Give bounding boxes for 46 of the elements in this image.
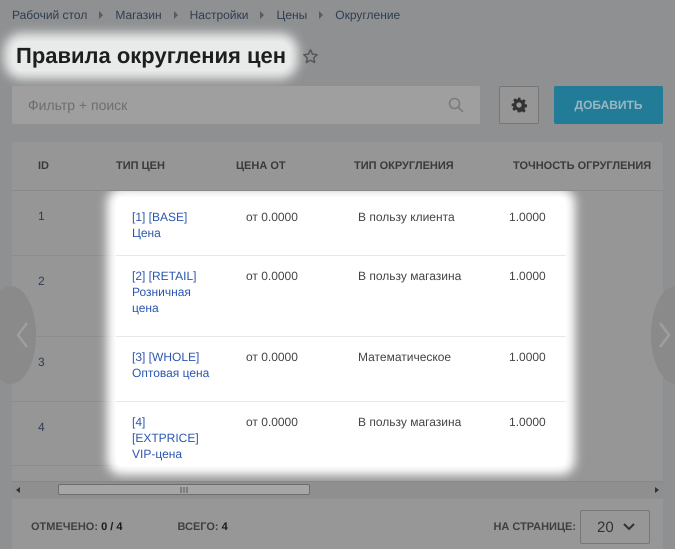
column-header[interactable]: ТИП ОКРУГЛЕНИЯ xyxy=(354,160,513,172)
settings-button[interactable] xyxy=(499,86,539,124)
column-header[interactable]: ТИП ЦЕН xyxy=(116,160,236,172)
per-page-select[interactable]: 20 xyxy=(580,510,650,544)
column-header[interactable]: ID xyxy=(12,160,116,172)
caret-icon xyxy=(623,523,635,531)
price-type-link[interactable]: [4] [EXTPRICE] VIP-цена xyxy=(132,414,246,462)
table-cell: 1.0000 xyxy=(509,210,546,224)
selected-count: ОТМЕЧЕНО: 0 / 4 xyxy=(31,521,122,533)
chevron-icon xyxy=(174,11,178,19)
table-cell: 1.0000 xyxy=(509,269,546,283)
table-cell: от 0.0000 xyxy=(246,269,298,283)
table-cell: 2 xyxy=(38,274,45,288)
star-icon[interactable] xyxy=(302,48,320,64)
table-cell: Математическое xyxy=(358,350,452,364)
per-page-label: НА СТРАНИЦЕ: xyxy=(493,521,576,533)
table-cell: 1.0000 xyxy=(509,350,546,364)
grip-icon xyxy=(180,486,188,492)
column-header[interactable]: ТОЧНОСТЬ ОГРУГЛЕНИЯ xyxy=(513,160,653,172)
search-icon[interactable] xyxy=(448,97,464,113)
settings-icon xyxy=(511,97,527,113)
breadcrumb-link[interactable]: Настройки xyxy=(190,8,248,22)
table-cell: 4 xyxy=(38,420,45,434)
chevron-icon xyxy=(319,11,324,19)
table-cell: 1.0000 xyxy=(509,415,546,429)
total-count: ВСЕГО: 4 xyxy=(177,521,228,533)
price-type-link[interactable]: [3] [WHOLE] Оптовая цена xyxy=(132,349,246,381)
table-cell: В пользу магазина xyxy=(358,415,462,429)
table-cell: от 0.0000 xyxy=(246,350,298,364)
page-title: Правила округления цен xyxy=(12,41,290,71)
table-cell: В пользу клиента xyxy=(358,210,455,224)
add-button[interactable]: ДОБАВИТЬ xyxy=(554,86,663,124)
chevron-icon xyxy=(260,11,264,19)
price-type-link[interactable]: [2] [RETAIL] Розничная цена xyxy=(132,268,246,316)
table-cell: В пользу магазина xyxy=(358,269,462,283)
table-cell: 1 xyxy=(38,209,45,223)
breadcrumb-link[interactable]: Рабочий стол xyxy=(12,8,88,22)
table-cell: от 0.0000 xyxy=(246,415,298,429)
breadcrumb-link[interactable]: Округление xyxy=(335,8,400,22)
column-header[interactable]: ЦЕНА ОТ xyxy=(236,160,354,172)
breadcrumb-link[interactable]: Магазин xyxy=(115,8,162,22)
table-cell: 3 xyxy=(38,355,45,369)
table-cell: от 0.0000 xyxy=(246,210,298,224)
price-type-link[interactable]: [1] [BASE] Цена xyxy=(132,209,246,241)
chevron-icon xyxy=(99,11,104,19)
breadcrumb-link[interactable]: Цены xyxy=(276,8,308,22)
